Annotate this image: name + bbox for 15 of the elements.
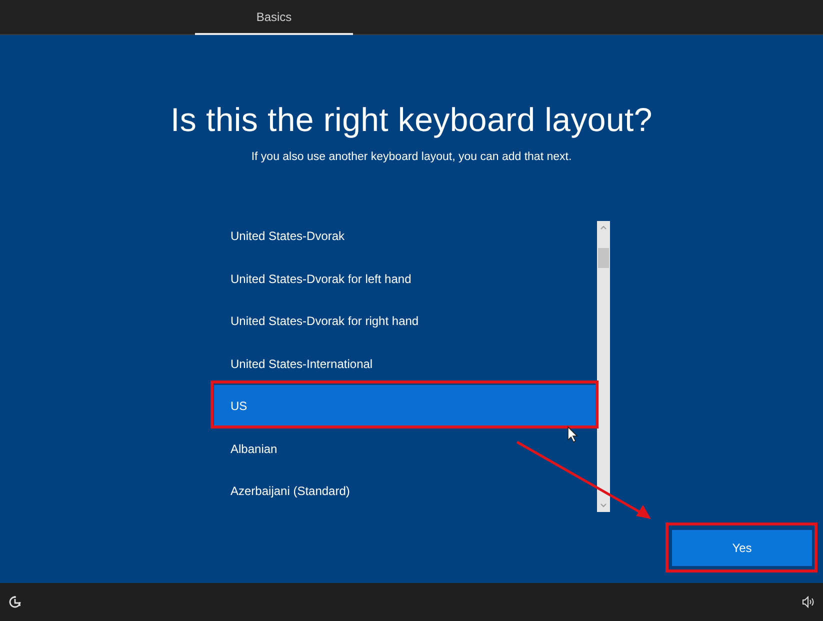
scrollbar[interactable] [596,221,610,512]
speaker-icon[interactable] [802,596,815,608]
layout-list-item[interactable]: Albanian [214,428,596,470]
layout-list-item[interactable]: United States-Dvorak for right hand [214,300,596,342]
yes-button[interactable]: Yes [672,530,812,566]
layout-list-item[interactable]: US [214,385,596,428]
subheading: If you also use another keyboard layout, you can add that next. [251,151,572,163]
page-heading: Is this the right keyboard layout? [170,101,652,139]
mouse-pointer-icon [568,426,578,443]
layout-list-item[interactable]: United States-Dvorak for left hand [214,258,596,300]
layout-list-item[interactable]: Azerbaijani (Standard) [214,470,596,512]
layout-list-item[interactable]: United States-Dvorak [214,221,596,258]
layout-list-item[interactable]: United States-International [214,342,596,385]
accessibility-icon[interactable] [8,595,22,609]
tab[interactable]: Basics [195,0,353,35]
